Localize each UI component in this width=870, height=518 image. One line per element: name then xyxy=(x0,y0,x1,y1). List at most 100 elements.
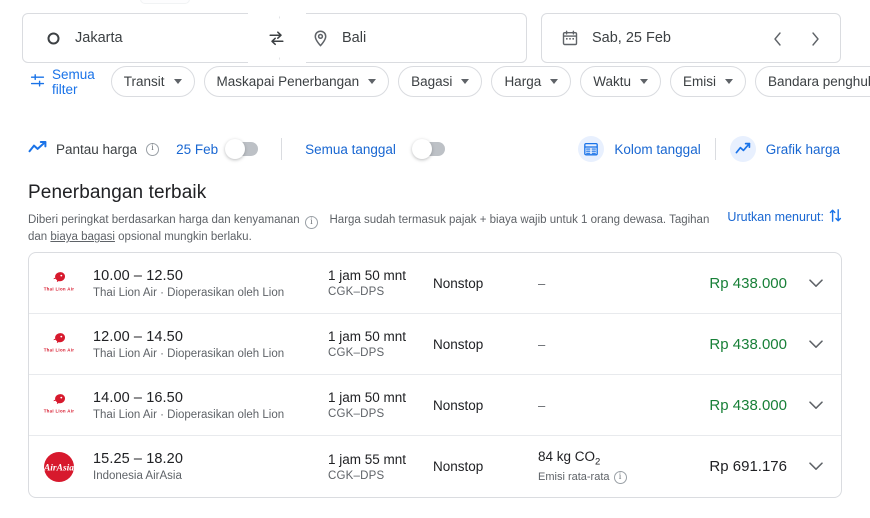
svg-text:Thai Lion Air: Thai Lion Air xyxy=(44,347,75,352)
filter-chip-label: Harga xyxy=(504,74,542,89)
emissions-average-label: Emisi rata-rata xyxy=(538,471,610,484)
chevron-down-icon xyxy=(639,79,648,84)
expand-row-chevron-down-icon[interactable] xyxy=(805,400,827,410)
svg-text:AirAsia: AirAsia xyxy=(43,463,74,473)
date-grid-label: Kolom tanggal xyxy=(614,141,701,157)
filter-chip-row: Semua filter Transit Maskapai Penerbanga… xyxy=(30,66,870,97)
filter-chip-airlines[interactable]: Maskapai Penerbangan xyxy=(203,66,390,97)
sort-by-label: Urutkan menurut: xyxy=(727,210,824,224)
flight-route: CGK–DPS xyxy=(328,347,385,359)
filter-chip-label: Transit xyxy=(123,74,165,89)
departure-date-field[interactable]: Sab, 25 Feb xyxy=(541,13,841,63)
circle-origin-icon xyxy=(43,28,63,48)
page-title: Penerbangan terbaik xyxy=(28,182,207,203)
chevron-down-icon xyxy=(173,79,182,84)
price-graph-icon xyxy=(729,136,756,162)
filter-chip-label: Waktu xyxy=(593,74,631,89)
flight-time-cell: 10.00 – 12.50 Thai Lion Air · Dioperasik… xyxy=(93,268,328,299)
section-subtitle: Diberi peringkat berdasarkan harga dan k… xyxy=(28,212,728,247)
filter-chip-transit[interactable]: Transit xyxy=(110,66,195,97)
info-icon[interactable]: i xyxy=(304,216,318,230)
price-note-end: opsional mungkin berlaku. xyxy=(114,231,252,244)
flight-route: CGK–DPS xyxy=(328,286,385,298)
all-dates-label: Semua tanggal xyxy=(305,141,396,157)
flight-price: Rp 438.000 xyxy=(709,396,787,414)
previous-date-button[interactable] xyxy=(764,26,790,52)
info-icon[interactable]: i xyxy=(613,470,627,484)
filter-chip-label: Bandara penghubung xyxy=(767,74,870,89)
chevron-down-icon xyxy=(461,79,470,84)
toggle-knob xyxy=(225,139,246,159)
flight-stops: Nonstop xyxy=(433,336,484,352)
flight-airline: Indonesia AirAsia xyxy=(93,470,182,482)
flight-emissions-note: Emisi rata-rata i xyxy=(538,470,703,484)
flight-time-cell: 15.25 – 18.20 Indonesia AirAsia xyxy=(93,451,328,482)
flight-emissions-cell: – xyxy=(538,337,703,352)
baggage-fees-link[interactable]: biaya bagasi xyxy=(50,231,115,243)
flight-duration: 1 jam 55 mnt xyxy=(328,451,407,467)
expand-row-chevron-down-icon[interactable] xyxy=(805,462,827,471)
table-row[interactable]: Thai Lion Air 14.00 – 16.50 Thai Lion Ai… xyxy=(29,375,841,436)
info-icon[interactable]: i xyxy=(146,142,160,156)
flight-times: 15.25 – 18.20 xyxy=(93,451,183,467)
svg-text:Thai Lion Air: Thai Lion Air xyxy=(44,408,75,413)
date-value: Sab, 25 Feb xyxy=(592,30,671,46)
swap-origin-destination-button[interactable] xyxy=(256,18,296,58)
tune-icon xyxy=(30,73,45,91)
table-row[interactable]: Thai Lion Air 10.00 – 12.50 Thai Lion Ai… xyxy=(29,253,841,314)
flight-duration-cell: 1 jam 55 mnt CGK–DPS xyxy=(328,452,433,482)
sort-arrows-icon xyxy=(829,208,842,226)
filter-chip-connecting-airports[interactable]: Bandara penghubung xyxy=(754,66,870,97)
table-row[interactable]: Thai Lion Air 12.00 – 14.50 Thai Lion Ai… xyxy=(29,314,841,375)
next-date-button[interactable] xyxy=(802,26,828,52)
best-flights-section-header: Penerbangan terbaik Diberi peringkat ber… xyxy=(28,182,842,247)
flight-emissions-cell: 84 kg CO2 Emisi rata-rata i xyxy=(538,449,703,484)
filter-chip-price[interactable]: Harga xyxy=(491,66,572,97)
sort-by-button[interactable]: Urutkan menurut: xyxy=(727,208,842,226)
calendar-icon xyxy=(560,28,580,48)
flight-route: CGK–DPS xyxy=(328,469,385,482)
trending-chart-icon xyxy=(28,140,47,158)
expand-row-chevron-down-icon[interactable] xyxy=(805,339,827,349)
table-row[interactable]: AirAsia 15.25 – 18.20 Indonesia AirAsia … xyxy=(29,436,841,497)
destination-input[interactable]: Bali xyxy=(279,13,527,63)
location-pin-icon xyxy=(310,28,330,48)
flight-duration: 1 jam 50 mnt xyxy=(328,268,407,283)
flight-times: 14.00 – 16.50 xyxy=(93,389,183,406)
flight-duration-cell: 1 jam 50 mnt CGK–DPS xyxy=(328,390,433,420)
flight-duration-cell: 1 jam 50 mnt CGK–DPS xyxy=(328,329,433,359)
price-tracking-row: Pantau harga i 25 Feb Semua tanggal Kolo… xyxy=(0,128,870,170)
flight-search-bar: Jakarta Bali Sab, 25 Feb xyxy=(22,13,841,63)
thai-lion-air-logo: Thai Lion Air xyxy=(41,265,77,301)
filter-chip-emissions[interactable]: Emisi xyxy=(669,66,746,97)
flight-route: CGK–DPS xyxy=(328,408,385,420)
flight-time-cell: 12.00 – 14.50 Thai Lion Air · Dioperasik… xyxy=(93,329,328,360)
chevron-down-icon xyxy=(368,79,377,84)
all-dates-toggle[interactable] xyxy=(411,139,445,159)
price-graph-label: Grafik harga xyxy=(765,141,840,157)
flight-emissions: – xyxy=(538,275,546,291)
flight-emissions-cell: – xyxy=(538,398,703,413)
origin-input[interactable]: Jakarta xyxy=(22,13,270,63)
track-date-toggle[interactable] xyxy=(225,139,259,159)
flight-time-cell: 14.00 – 16.50 Thai Lion Air · Dioperasik… xyxy=(93,390,328,421)
expand-row-chevron-down-icon[interactable] xyxy=(805,278,827,288)
price-tracking-controls: Pantau harga i 25 Feb Semua tanggal xyxy=(28,128,445,170)
flight-airline: Thai Lion Air · Dioperasikan oleh Lion xyxy=(93,286,285,299)
flight-stops: Nonstop xyxy=(433,397,484,413)
filter-chip-times[interactable]: Waktu xyxy=(580,66,661,97)
price-graph-button[interactable]: Grafik harga xyxy=(729,136,840,162)
all-filters-button[interactable]: Semua filter xyxy=(30,67,95,97)
svg-text:Thai Lion Air: Thai Lion Air xyxy=(44,286,75,291)
date-grid-button[interactable]: Kolom tanggal xyxy=(578,136,701,162)
flight-airline: Thai Lion Air · Dioperasikan oleh Lion xyxy=(93,347,285,360)
vertical-divider xyxy=(714,138,716,160)
view-options: Kolom tanggal Grafik harga xyxy=(578,128,840,170)
flight-emissions: 84 kg CO2 xyxy=(538,449,601,468)
filter-chip-baggage[interactable]: Bagasi xyxy=(398,66,483,97)
chevron-down-icon xyxy=(724,79,733,84)
flight-emissions: – xyxy=(538,336,546,352)
flight-airline: Thai Lion Air · Dioperasikan oleh Lion xyxy=(93,408,285,421)
date-nav-group xyxy=(764,14,828,64)
filter-chip-label: Bagasi xyxy=(411,74,453,89)
